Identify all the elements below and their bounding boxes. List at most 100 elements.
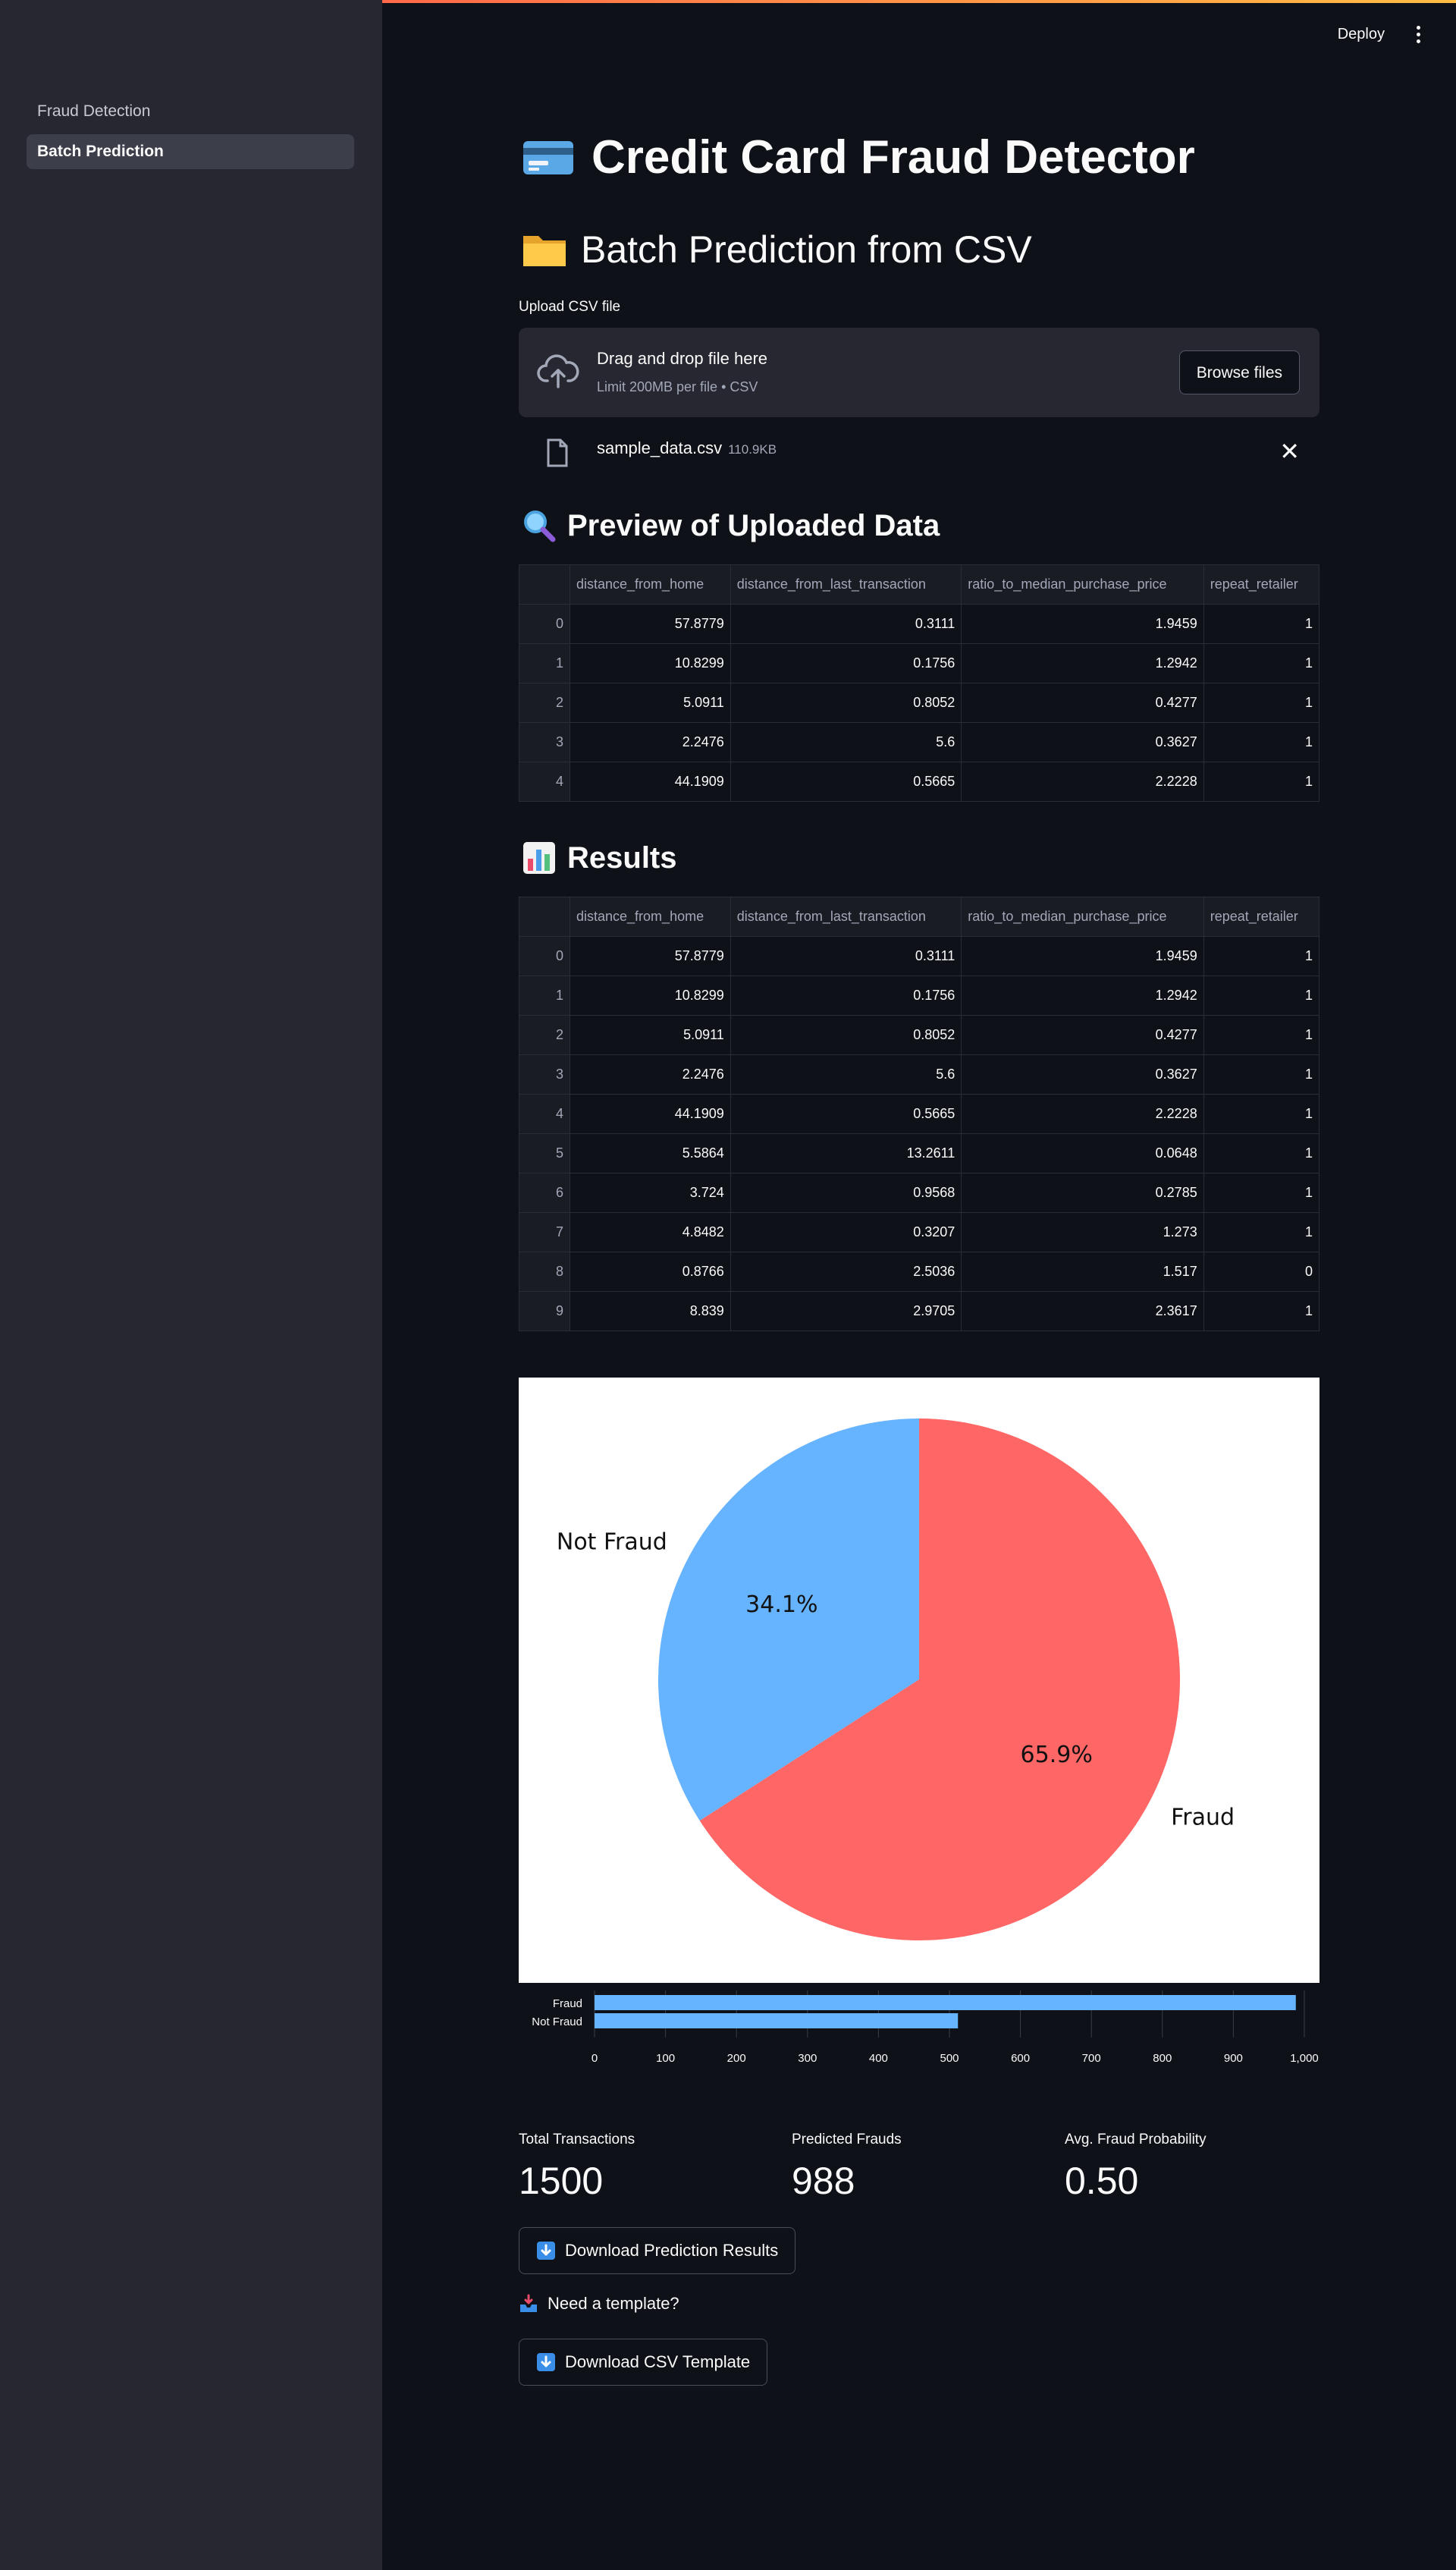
table-row[interactable]: 8 0.8766 2.5036 1.517 0 — [519, 1252, 1320, 1292]
results-table-container[interactable]: distance_from_home distance_from_last_tr… — [519, 897, 1320, 1350]
table-row[interactable]: 0 57.8779 0.3111 1.9459 1 — [519, 604, 1320, 644]
sidebar-item-batch-prediction[interactable]: Batch Prediction — [27, 134, 354, 169]
bar-chart-icon — [522, 840, 557, 875]
preview-heading: Preview of Uploaded Data — [567, 508, 940, 542]
column-header[interactable]: repeat_retailer — [1203, 897, 1320, 937]
row-index: 0 — [519, 604, 570, 644]
table-cell: 13.2611 — [730, 1133, 962, 1173]
table-cell: 2.9705 — [730, 1291, 962, 1331]
table-cell: 1.9459 — [961, 936, 1204, 976]
kebab-menu-icon[interactable] — [1410, 23, 1426, 46]
down-arrow-icon — [536, 2352, 556, 2372]
dropzone-instruction: Drag and drop file here — [597, 349, 768, 368]
x-tick-label: 900 — [1224, 2052, 1243, 2065]
table-cell: 1 — [1203, 683, 1320, 723]
download-results-button[interactable]: Download Prediction Results — [519, 2227, 796, 2274]
pie-chart-svg: 65.9% Fraud 34.1% Not Fraud — [557, 1419, 1235, 1940]
table-cell: 3.724 — [570, 1173, 731, 1213]
table-cell: 4.8482 — [570, 1212, 731, 1252]
x-tick-label: 500 — [940, 2052, 959, 2065]
uploaded-file-name: sample_data.csv 110.9KB — [597, 438, 777, 458]
column-header[interactable]: distance_from_last_transaction — [730, 897, 962, 937]
table-row[interactable]: 7 4.8482 0.3207 1.273 1 — [519, 1212, 1320, 1252]
metric-label: Predicted Frauds — [792, 2132, 902, 2147]
table-cell: 1 — [1203, 1054, 1320, 1095]
y-category-label: Fraud — [553, 1997, 582, 2010]
preview-table[interactable]: distance_from_home distance_from_last_tr… — [519, 564, 1320, 802]
browse-files-button[interactable]: Browse files — [1178, 350, 1300, 394]
table-cell: 1 — [1203, 1291, 1320, 1331]
table-cell: 2.3617 — [961, 1291, 1204, 1331]
file-icon — [546, 438, 569, 471]
table-cell: 0.9568 — [730, 1173, 962, 1213]
download-template-button[interactable]: Download CSV Template — [519, 2339, 768, 2386]
x-tick-label: 100 — [656, 2052, 675, 2065]
column-header[interactable]: ratio_to_median_purchase_price — [961, 564, 1204, 605]
table-row[interactable]: 6 3.724 0.9568 0.2785 1 — [519, 1173, 1320, 1213]
table-cell: 0 — [1203, 1252, 1320, 1292]
download-results-label: Download Prediction Results — [565, 2241, 779, 2260]
section-title-row: Batch Prediction from CSV — [522, 228, 1032, 272]
table-row[interactable]: 9 8.839 2.9705 2.3617 1 — [519, 1291, 1320, 1331]
sidebar: Fraud Detection Batch Prediction — [0, 0, 382, 2570]
row-index: 4 — [519, 1094, 570, 1134]
table-row[interactable]: 3 2.2476 5.6 0.3627 1 — [519, 722, 1320, 762]
remove-file-icon[interactable]: ✕ — [1279, 437, 1300, 466]
table-row[interactable]: 3 2.2476 5.6 0.3627 1 — [519, 1054, 1320, 1095]
row-index: 9 — [519, 1291, 570, 1331]
column-header[interactable]: distance_from_home — [570, 897, 731, 937]
row-index: 3 — [519, 1054, 570, 1095]
table-cell: 1.2942 — [961, 976, 1204, 1016]
bar-fraud — [595, 1995, 1296, 2010]
table-cell: 2.5036 — [730, 1252, 962, 1292]
table-cell: 5.0911 — [570, 683, 731, 723]
deploy-button[interactable]: Deploy — [1338, 26, 1385, 43]
table-row[interactable]: 4 44.1909 0.5665 2.2228 1 — [519, 1094, 1320, 1134]
row-index: 0 — [519, 936, 570, 976]
pie-category-label: Not Fraud — [557, 1529, 667, 1556]
table-cell: 0.8766 — [570, 1252, 731, 1292]
results-heading-row: Results — [522, 840, 677, 875]
table-row[interactable]: 1 10.8299 0.1756 1.2942 1 — [519, 643, 1320, 683]
table-row[interactable]: 1 10.8299 0.1756 1.2942 1 — [519, 976, 1320, 1016]
file-name-text: sample_data.csv — [597, 438, 723, 457]
row-index: 2 — [519, 683, 570, 723]
column-header[interactable]: distance_from_last_transaction — [730, 564, 962, 605]
table-cell: 1 — [1203, 1212, 1320, 1252]
pie-pct-label: 65.9% — [1021, 1742, 1093, 1768]
down-arrow-icon — [536, 2241, 556, 2261]
magnifying-glass-icon — [522, 508, 557, 543]
bar-chart-svg: 0 100 200 300 400 500 600 700 800 900 1,000 Fraud No… — [532, 1990, 1319, 2065]
table-cell: 0.1756 — [730, 643, 962, 683]
table-row[interactable]: 2 5.0911 0.8052 0.4277 1 — [519, 1015, 1320, 1055]
table-cell: 0.3207 — [730, 1212, 962, 1252]
table-cell: 10.8299 — [570, 643, 731, 683]
row-index: 3 — [519, 722, 570, 762]
table-cell: 2.2228 — [961, 1094, 1204, 1134]
table-cell: 2.2228 — [961, 762, 1204, 802]
x-tick-label: 200 — [727, 2052, 746, 2065]
metric-predicted-frauds: Predicted Frauds 988 — [792, 2132, 902, 2203]
table-row[interactable]: 0 57.8779 0.3111 1.9459 1 — [519, 936, 1320, 976]
table-cell: 0.5665 — [730, 762, 962, 802]
column-header[interactable]: distance_from_home — [570, 564, 731, 605]
file-dropzone[interactable]: Drag and drop file here Limit 200MB per … — [519, 328, 1320, 417]
cloud-upload-icon — [537, 352, 579, 394]
table-row[interactable]: 4 44.1909 0.5665 2.2228 1 — [519, 762, 1320, 802]
column-header[interactable]: repeat_retailer — [1203, 564, 1320, 605]
column-header[interactable]: ratio_to_median_purchase_price — [961, 897, 1204, 937]
table-cell: 0.3627 — [961, 722, 1204, 762]
column-header — [519, 897, 570, 937]
table-row[interactable]: 2 5.0911 0.8052 0.4277 1 — [519, 683, 1320, 723]
bar-not-fraud — [595, 2013, 959, 2028]
row-index: 5 — [519, 1133, 570, 1173]
page-title: Credit Card Fraud Detector — [592, 131, 1195, 184]
sidebar-item-fraud-detection[interactable]: Fraud Detection — [27, 94, 354, 129]
table-row[interactable]: 5 5.5864 13.2611 0.0648 1 — [519, 1133, 1320, 1173]
x-tick-label: 1,000 — [1290, 2052, 1319, 2065]
table-cell: 0.8052 — [730, 683, 962, 723]
table-cell: 0.4277 — [961, 683, 1204, 723]
x-tick-label: 400 — [869, 2052, 888, 2065]
row-index: 2 — [519, 1015, 570, 1055]
results-table[interactable]: distance_from_home distance_from_last_tr… — [519, 897, 1320, 1331]
